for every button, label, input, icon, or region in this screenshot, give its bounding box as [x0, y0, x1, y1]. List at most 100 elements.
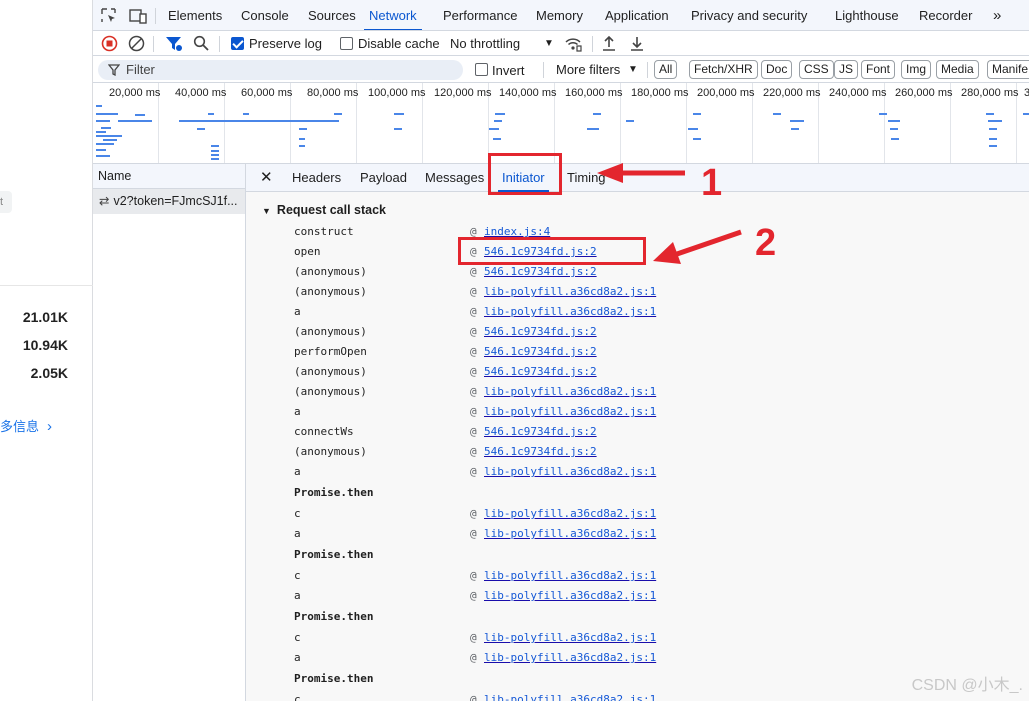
frame-source-link[interactable]: lib-polyfill.a36cd8a2.js:1 [484, 586, 656, 606]
request-row[interactable]: ⇄ v2?token=FJmcSJ1f... [93, 189, 245, 214]
frame-function-name: c [294, 569, 301, 582]
time-tick: 60,000 ms [241, 87, 293, 99]
tab-memory[interactable]: Memory [536, 0, 583, 30]
filter-chip-doc[interactable]: Doc [761, 60, 793, 79]
time-tick: 260,000 ms [895, 87, 953, 99]
tab-elements[interactable]: Elements [168, 0, 222, 30]
frame-at-sign: @ [470, 651, 477, 664]
frame-source-link[interactable]: 546.1c9734fd.js:2 [484, 442, 597, 462]
frame-source-link[interactable]: lib-polyfill.a36cd8a2.js:1 [484, 302, 656, 322]
frame-source-link[interactable]: 546.1c9734fd.js:2 [484, 422, 597, 442]
more-info-label: 多信息 [0, 419, 40, 434]
search-icon[interactable] [193, 35, 210, 55]
frame-source-link[interactable]: 546.1c9734fd.js:2 [484, 342, 597, 362]
tab-console[interactable]: Console [241, 0, 289, 30]
tab-messages[interactable]: Messages [425, 164, 484, 192]
tab-recorder[interactable]: Recorder [919, 0, 972, 30]
preserve-log-label: Preserve log [249, 36, 322, 51]
frame-function-name: construct [294, 225, 354, 238]
frame-at-sign: @ [470, 285, 477, 298]
request-name: v2?token=FJmcSJ1f... [113, 194, 238, 208]
chevron-right-icon: › [47, 418, 53, 435]
frame-source-link[interactable]: 546.1c9734fd.js:2 [484, 262, 597, 282]
frame-source-link[interactable]: lib-polyfill.a36cd8a2.js:1 [484, 282, 656, 302]
frame-function-name: (anonymous) [294, 445, 367, 458]
time-tick: 80,000 ms [307, 87, 359, 99]
time-tick: 140,000 ms [499, 87, 557, 99]
preserve-log-checkbox[interactable] [231, 37, 244, 50]
frame-function-name: a [294, 305, 301, 318]
stat-value: 21.01K [22, 309, 68, 325]
frame-function-name: (anonymous) [294, 325, 367, 338]
time-tick: 240,000 ms [829, 87, 887, 99]
frame-function-name: a [294, 465, 301, 478]
chevron-down-icon[interactable]: ▼ [628, 57, 638, 82]
element-picker-icon[interactable] [101, 8, 117, 27]
filter-chip-fetch-xhr[interactable]: Fetch/XHR [689, 60, 758, 79]
frame-function-name: performOpen [294, 345, 367, 358]
time-tick: 40,000 ms [175, 87, 227, 99]
close-icon[interactable]: ✕ [260, 164, 273, 192]
frame-at-sign: @ [470, 445, 477, 458]
frame-at-sign: @ [470, 589, 477, 602]
tab-performance[interactable]: Performance [443, 0, 517, 30]
frame-source-link[interactable]: lib-polyfill.a36cd8a2.js:1 [484, 402, 656, 422]
filter-chip-all[interactable]: All [654, 60, 678, 79]
frame-function-name: (anonymous) [294, 365, 367, 378]
tab-network[interactable]: Network [364, 0, 422, 30]
network-overview-timeline[interactable]: 20,000 ms 40,000 ms 60,000 ms 80,000 ms … [93, 83, 1029, 164]
tab-payload[interactable]: Payload [360, 164, 407, 192]
time-tick: 120,000 ms [434, 87, 492, 99]
frame-source-link[interactable]: lib-polyfill.a36cd8a2.js:1 [484, 648, 656, 668]
frame-at-sign: @ [470, 425, 477, 438]
network-conditions-icon[interactable] [564, 36, 582, 55]
frame-source-link[interactable]: lib-polyfill.a36cd8a2.js:1 [484, 504, 656, 524]
throttling-select[interactable]: No throttling [450, 31, 520, 55]
frame-function-name: a [294, 651, 301, 664]
tab-privacy-security[interactable]: Privacy and security [691, 0, 807, 30]
more-filters-dropdown[interactable]: More filters [556, 57, 620, 82]
disable-cache-checkbox[interactable] [340, 37, 353, 50]
time-tick: 3 [1024, 87, 1029, 99]
tab-sources[interactable]: Sources [308, 0, 356, 30]
filter-chip-img[interactable]: Img [901, 60, 932, 79]
invert-checkbox[interactable] [475, 63, 488, 76]
time-tick: 200,000 ms [697, 87, 755, 99]
frame-source-link[interactable]: lib-polyfill.a36cd8a2.js:1 [484, 462, 656, 482]
column-header-name[interactable]: Name [93, 164, 245, 189]
frame-source-link[interactable]: lib-polyfill.a36cd8a2.js:1 [484, 382, 656, 402]
record-stop-icon[interactable] [101, 35, 118, 55]
chevron-down-icon[interactable]: ▼ [544, 31, 554, 55]
stat-value: 10.94K [22, 337, 68, 353]
filter-chip-font[interactable]: Font [861, 60, 896, 79]
filter-chip-manifest[interactable]: Manife [987, 60, 1029, 79]
frame-source-link[interactable]: lib-polyfill.a36cd8a2.js:1 [484, 566, 656, 586]
filter-chip-js[interactable]: JS [834, 60, 859, 79]
annotation-arrow-2 [653, 229, 742, 264]
frame-source-link[interactable]: lib-polyfill.a36cd8a2.js:1 [484, 524, 656, 544]
more-info-link[interactable]: 多信息 › [0, 416, 52, 435]
frame-source-link[interactable]: lib-polyfill.a36cd8a2.js:1 [484, 628, 656, 648]
tab-headers[interactable]: Headers [292, 164, 341, 192]
call-stack-title: Request call stack [276, 203, 387, 217]
frame-function-name: Promise.then [294, 610, 374, 623]
more-tabs-icon[interactable]: » [993, 0, 1001, 30]
device-toolbar-icon[interactable] [129, 8, 147, 27]
filter-funnel-icon[interactable] [165, 35, 182, 55]
request-list: Name ⇄ v2?token=FJmcSJ1f... [93, 164, 246, 701]
tab-application[interactable]: Application [605, 0, 669, 30]
frame-source-link[interactable]: 546.1c9734fd.js:2 [484, 322, 597, 342]
frame-function-name: Promise.then [294, 486, 374, 499]
frame-source-link[interactable]: lib-polyfill.a36cd8a2.js:1 [484, 690, 656, 701]
filter-input[interactable]: Filter [98, 60, 463, 80]
import-har-icon[interactable] [601, 35, 617, 55]
frame-at-sign: @ [470, 265, 477, 278]
export-har-icon[interactable] [629, 35, 645, 55]
devtools-tab-bar: Elements Console Sources Network Perform… [93, 0, 1029, 31]
frame-source-link[interactable]: 546.1c9734fd.js:2 [484, 362, 597, 382]
clear-icon[interactable] [128, 35, 145, 55]
filter-chip-css[interactable]: CSS [799, 60, 834, 79]
call-stack-header[interactable]: ▼ Request call stack [262, 203, 386, 217]
tab-lighthouse[interactable]: Lighthouse [835, 0, 899, 30]
filter-chip-media[interactable]: Media [936, 60, 979, 79]
